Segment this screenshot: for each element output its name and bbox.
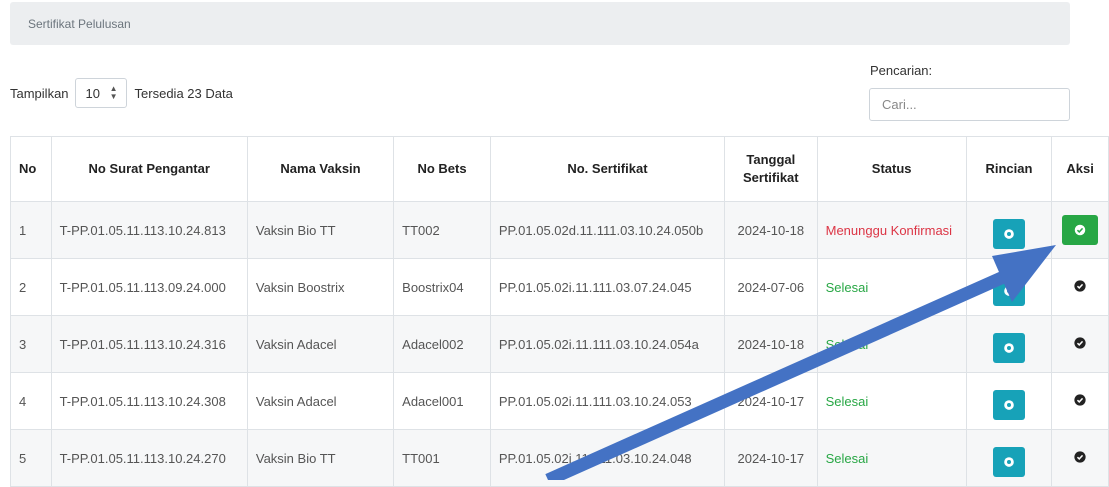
page-size-select[interactable]: 10 ▲ ▼ — [74, 78, 127, 108]
cell-rincian — [965, 372, 1053, 430]
done-indicator — [1074, 450, 1086, 466]
search-input[interactable] — [869, 88, 1070, 121]
col-aksi: Aksi — [1051, 136, 1109, 202]
cell-rincian — [965, 429, 1053, 487]
table-row: 3 T-PP.01.05.11.113.10.24.316 Vaksin Ada… — [10, 315, 1109, 373]
done-indicator — [1074, 336, 1086, 352]
cell-aksi — [1051, 201, 1109, 259]
status-badge: Selesai — [816, 372, 967, 430]
table-row: 2 T-PP.01.05.11.113.09.24.000 Vaksin Boo… — [10, 258, 1109, 316]
status-badge: Selesai — [816, 258, 967, 316]
cell-bets: Adacel002 — [393, 315, 491, 373]
cell-bets: Boostrix04 — [393, 258, 491, 316]
cell-aksi — [1051, 372, 1109, 430]
check-circle-icon — [1074, 279, 1086, 292]
breadcrumb-title: Sertifikat Pelulusan — [28, 16, 131, 31]
cell-bets: TT002 — [393, 201, 491, 259]
col-status: Status — [816, 136, 967, 202]
cell-aksi — [1051, 429, 1109, 487]
sort-caret-icon: ▲ ▼ — [109, 84, 118, 101]
page-size-control: Tampilkan 10 ▲ ▼ Tersedia 23 Data — [10, 78, 233, 108]
show-label: Tampilkan — [10, 85, 69, 101]
col-vaksin: Nama Vaksin — [246, 136, 395, 202]
cell-surat: T-PP.01.05.11.113.10.24.308 — [50, 372, 248, 430]
confirm-button[interactable] — [1062, 215, 1099, 245]
table-row: 5 T-PP.01.05.11.113.10.24.270 Vaksin Bio… — [10, 429, 1109, 487]
cell-surat: T-PP.01.05.11.113.10.24.316 — [50, 315, 248, 373]
done-indicator — [1074, 393, 1086, 409]
check-circle-icon — [1074, 450, 1086, 463]
cell-vaksin: Vaksin Boostrix — [246, 258, 395, 316]
cell-no: 1 — [10, 201, 52, 259]
eye-icon — [1004, 457, 1014, 467]
cell-tanggal: 2024-07-06 — [724, 258, 818, 316]
cell-no: 4 — [10, 372, 52, 430]
cell-vaksin: Vaksin Bio TT — [246, 201, 395, 259]
col-tanggal-line1: Tanggal — [746, 152, 796, 167]
cell-no: 5 — [10, 429, 52, 487]
cell-bets: Adacel001 — [393, 372, 491, 430]
status-badge: Selesai — [816, 429, 967, 487]
cell-rincian — [965, 315, 1053, 373]
done-indicator — [1074, 279, 1086, 295]
table-row: 4 T-PP.01.05.11.113.10.24.308 Vaksin Ada… — [10, 372, 1109, 430]
cell-surat: T-PP.01.05.11.113.09.24.000 — [50, 258, 248, 316]
col-rincian: Rincian — [965, 136, 1053, 202]
status-badge: Menunggu Konfirmasi — [816, 201, 967, 259]
check-circle-icon — [1074, 336, 1086, 349]
page-size-value: 10 — [85, 85, 100, 101]
cell-surat: T-PP.01.05.11.113.10.24.270 — [50, 429, 248, 487]
col-tanggal: Tanggal Sertifikat — [724, 136, 818, 202]
cell-surat: T-PP.01.05.11.113.10.24.813 — [50, 201, 248, 259]
search-label: Pencarian: — [870, 63, 933, 78]
cell-sertifikat: PP.01.05.02d.11.111.03.10.24.050b — [489, 201, 726, 259]
cell-vaksin: Vaksin Adacel — [246, 315, 395, 373]
cell-vaksin: Vaksin Adacel — [246, 372, 395, 430]
cell-tanggal: 2024-10-18 — [724, 201, 818, 259]
cell-aksi — [1051, 258, 1109, 316]
cell-no: 2 — [10, 258, 52, 316]
view-detail-button[interactable] — [992, 219, 1025, 249]
eye-icon — [1004, 343, 1014, 353]
cell-sertifikat: PP.01.05.02i.11.111.03.10.24.053 — [489, 372, 726, 430]
col-surat: No Surat Pengantar — [50, 136, 248, 202]
col-tanggal-line2: Sertifikat — [742, 170, 799, 185]
cell-vaksin: Vaksin Bio TT — [246, 429, 395, 487]
cell-rincian — [965, 201, 1053, 259]
col-sertifikat: No. Sertifikat — [489, 136, 726, 202]
table-header-row: No No Surat Pengantar Nama Vaksin No Bet… — [10, 136, 1109, 202]
col-no: No — [10, 136, 52, 202]
cell-sertifikat: PP.01.05.02i.11.111.03.10.24.048 — [489, 429, 726, 487]
check-circle-icon — [1074, 224, 1086, 236]
cell-sertifikat: PP.01.05.02i.11.111.03.07.24.045 — [489, 258, 726, 316]
cell-sertifikat: PP.01.05.02i.11.111.03.10.24.054a — [489, 315, 726, 373]
breadcrumb: Sertifikat Pelulusan — [10, 2, 1070, 45]
table-row: 1 T-PP.01.05.11.113.10.24.813 Vaksin Bio… — [10, 201, 1109, 259]
view-detail-button[interactable] — [992, 276, 1025, 306]
cell-bets: TT001 — [393, 429, 491, 487]
cell-aksi — [1051, 315, 1109, 373]
certificate-table: No No Surat Pengantar Nama Vaksin No Bet… — [10, 136, 1109, 487]
cell-rincian — [965, 258, 1053, 316]
cell-no: 3 — [10, 315, 52, 373]
col-bets: No Bets — [393, 136, 491, 202]
check-circle-icon — [1074, 393, 1086, 406]
view-detail-button[interactable] — [992, 447, 1025, 477]
cell-tanggal: 2024-10-18 — [724, 315, 818, 373]
view-detail-button[interactable] — [992, 333, 1025, 363]
eye-icon — [1004, 400, 1014, 410]
eye-icon — [1004, 229, 1014, 239]
view-detail-button[interactable] — [992, 390, 1025, 420]
status-badge: Selesai — [816, 315, 967, 373]
available-count: Tersedia 23 Data — [134, 85, 233, 101]
cell-tanggal: 2024-10-17 — [724, 429, 818, 487]
cell-tanggal: 2024-10-17 — [724, 372, 818, 430]
eye-icon — [1004, 286, 1014, 296]
